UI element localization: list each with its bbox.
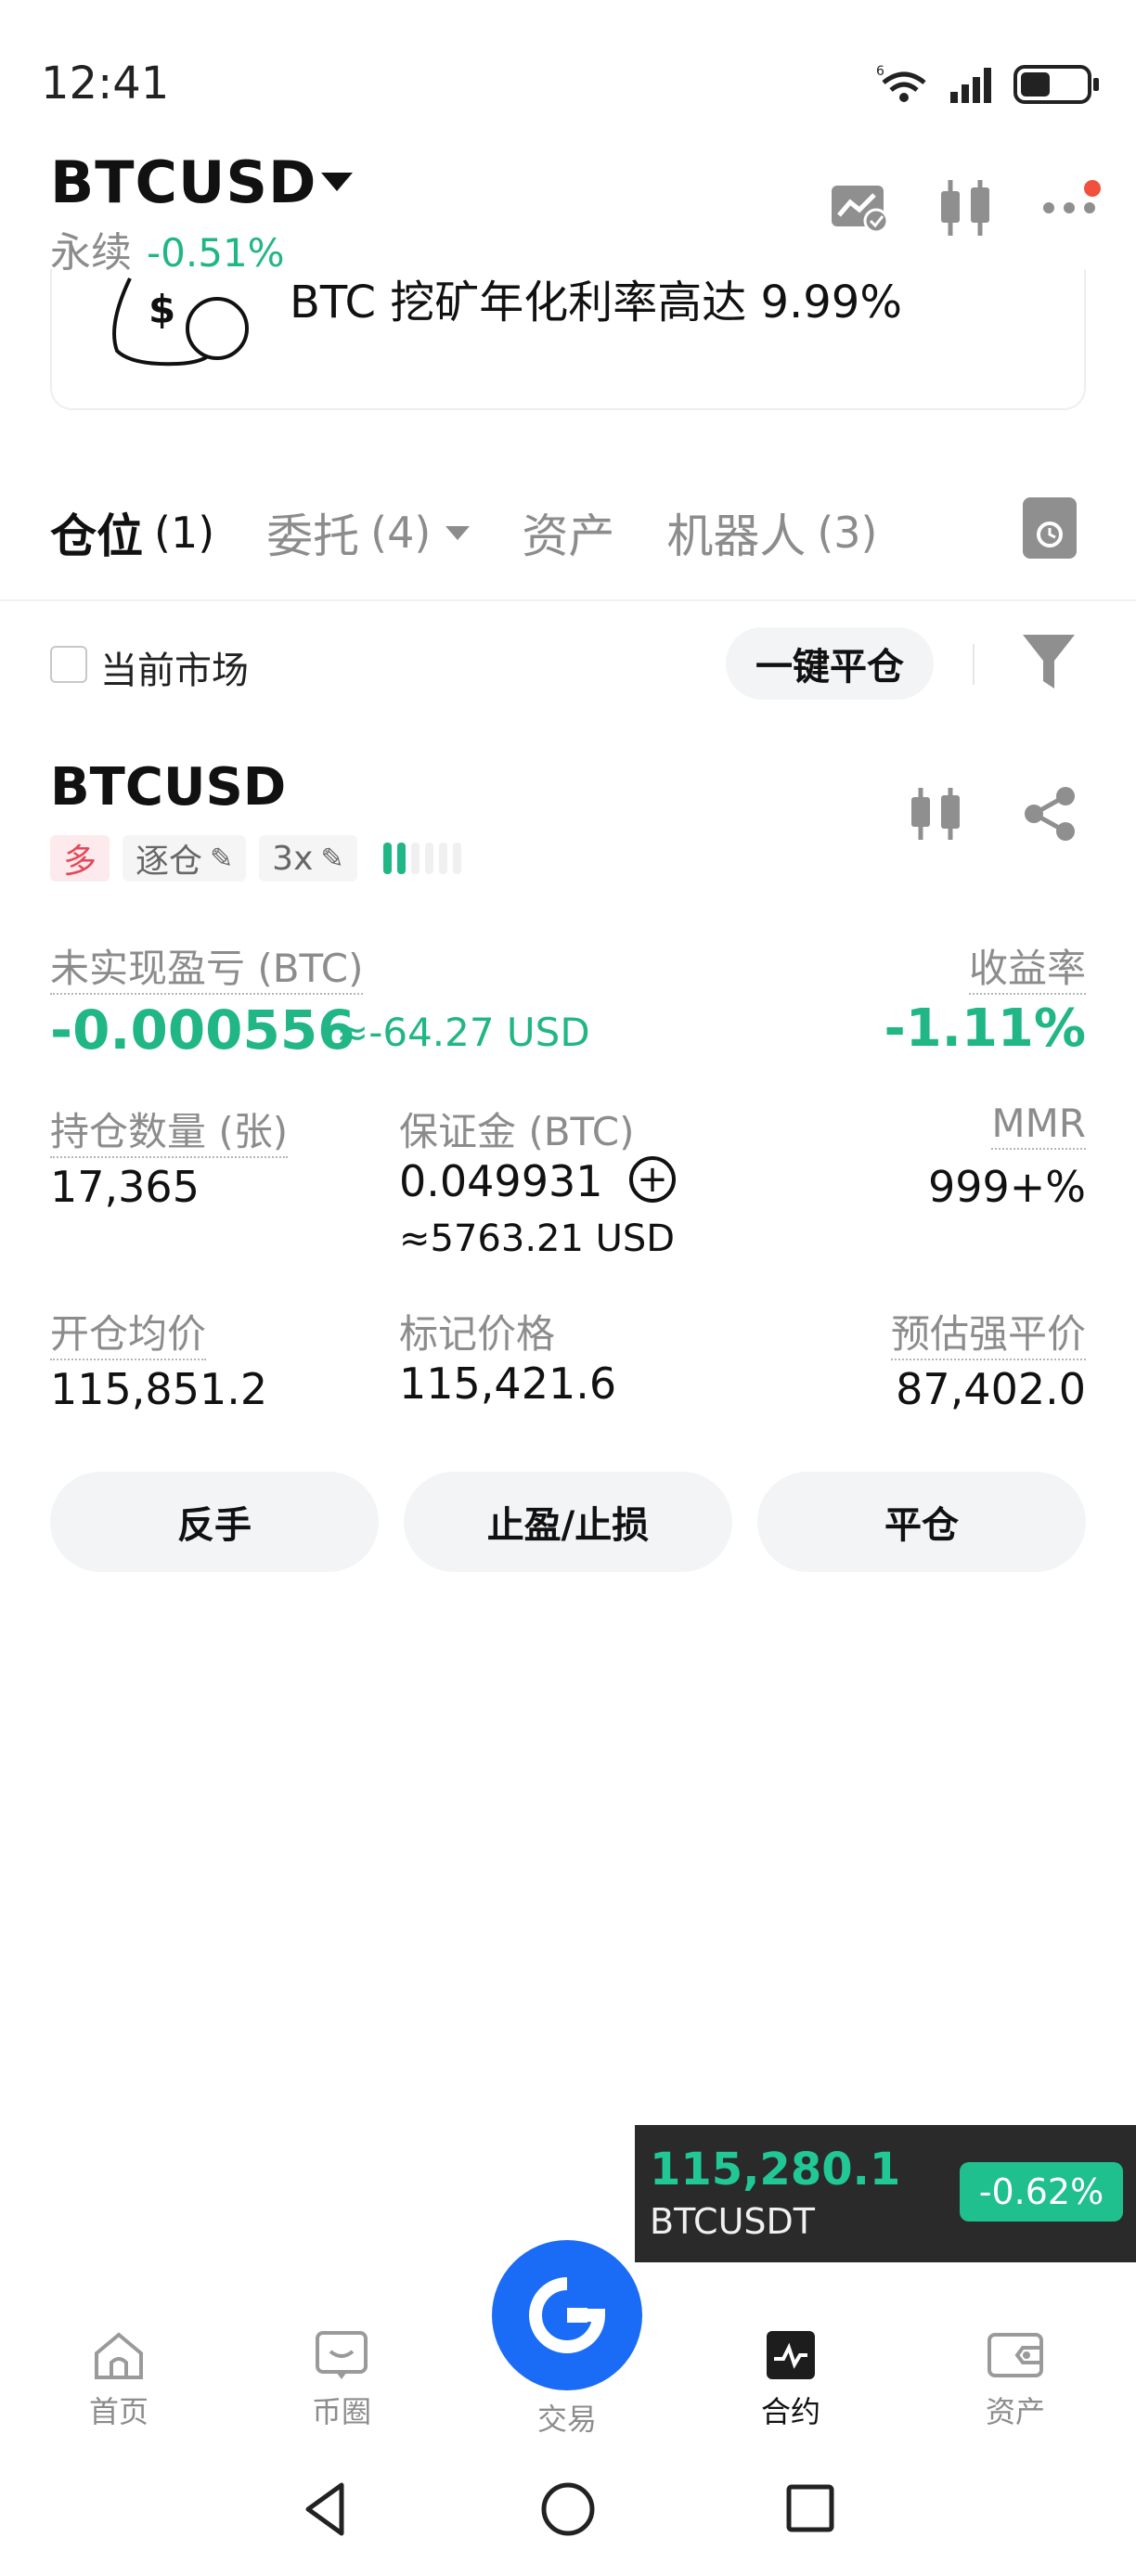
candlestick-icon[interactable] [937, 178, 995, 238]
mmr-value: 999+% [927, 1162, 1086, 1212]
tpsl-button[interactable]: 止盈/止损 [404, 1472, 732, 1572]
nav-futures[interactable]: 合约 [716, 2329, 865, 2431]
ticker-symbol: BTCUSDT [650, 2201, 815, 2242]
pnl-usd-value: ≈-64.27 USD [336, 1010, 590, 1055]
tab-label: 委托 [266, 509, 360, 563]
leverage-tag[interactable]: 3x ✎ [259, 835, 357, 882]
notification-dot-icon [1084, 180, 1101, 197]
mark-price-value: 115,421.6 [399, 1359, 617, 1409]
tab-count: (3) [817, 508, 878, 558]
size-label: 持仓数量 (张) [50, 1101, 289, 1158]
size-value: 17,365 [50, 1162, 200, 1212]
pair-dropdown-caret-icon[interactable] [321, 173, 353, 191]
nav-label: 资产 [985, 2394, 1045, 2429]
signal-icon [950, 68, 991, 103]
wallet-icon [988, 2333, 1043, 2377]
history-document-icon[interactable] [1023, 497, 1077, 559]
pair-title[interactable]: BTCUSD [50, 148, 317, 216]
svg-text:$: $ [148, 287, 175, 332]
share-icon[interactable] [1021, 785, 1078, 843]
orders-dropdown-icon [445, 525, 471, 540]
entry-price-value: 115,851.2 [50, 1364, 268, 1414]
status-time: 12:41 [41, 58, 170, 109]
tab-count: (1) [154, 508, 215, 558]
futures-icon [767, 2331, 815, 2379]
wifi-icon: 6 [876, 64, 926, 102]
tab-label: 机器人 [666, 509, 807, 563]
edit-pencil-icon: ✎ [320, 842, 344, 875]
close-all-button[interactable]: 一键平仓 [726, 627, 934, 700]
tabs-divider [0, 599, 1136, 601]
ticker-change: -0.62% [960, 2162, 1123, 2222]
close-position-button[interactable]: 平仓 [757, 1472, 1086, 1572]
liq-price-label: 预估强平价 [890, 1303, 1086, 1360]
reverse-button[interactable]: 反手 [50, 1472, 379, 1572]
position-symbol[interactable]: BTCUSD [50, 757, 286, 818]
risk-bar [382, 843, 392, 874]
roe-label: 收益率 [968, 937, 1086, 995]
pnl-value: -0.000556 [50, 998, 355, 1062]
banner-text: BTC 挖矿年化利率高达 9.99% [290, 277, 902, 328]
entry-price-label: 开仓均价 [50, 1303, 207, 1360]
margin-usd-value: ≈5763.21 USD [399, 1217, 676, 1260]
margin-label: 保证金 (BTC) [399, 1109, 635, 1154]
liq-price-value: 87,402.0 [896, 1364, 1086, 1414]
tab-orders[interactable]: 委托 (4) [266, 499, 471, 566]
current-market-label[interactable]: 当前市场 [100, 640, 249, 694]
back-icon[interactable] [299, 2479, 355, 2539]
money-bag-icon: $ [112, 277, 249, 367]
chart-overview-icon[interactable] [830, 182, 889, 234]
position-tags: 多 逐仓 ✎ 3x ✎ [50, 835, 461, 882]
header-actions [830, 178, 1101, 238]
community-icon [316, 2331, 368, 2379]
tab-label: 仓位 [50, 509, 143, 563]
current-market-checkbox[interactable] [50, 646, 87, 683]
margin-mode-tag[interactable]: 逐仓 ✎ [123, 835, 247, 882]
network-label: 6 [876, 64, 884, 79]
tab-assets[interactable]: 资产 [522, 499, 614, 566]
filter-separator [973, 644, 975, 685]
nav-label: 合约 [760, 2394, 820, 2429]
mmr-label: MMR [991, 1101, 1086, 1150]
risk-bar [438, 843, 447, 874]
tab-bots[interactable]: 机器人 (3) [666, 499, 877, 566]
pnl-label: 未实现盈亏 (BTC) [50, 937, 364, 995]
margin-mode-label: 逐仓 [136, 843, 203, 881]
nav-trade-label: 交易 [536, 2402, 597, 2437]
mark-price-label: 标记价格 [399, 1311, 556, 1357]
position-actions [908, 785, 1078, 843]
tab-count: (4) [370, 508, 432, 558]
nav-wallet[interactable]: 资产 [941, 2329, 1090, 2431]
risk-bar [410, 843, 420, 874]
tab-positions[interactable]: 仓位 (1) [50, 499, 214, 566]
home-circle-icon[interactable] [538, 2479, 598, 2539]
risk-bar [452, 843, 461, 874]
filter-icon[interactable] [1021, 631, 1077, 692]
battery-icon [1013, 65, 1099, 104]
nav-community[interactable]: 币圈 [267, 2329, 416, 2431]
risk-level-bars [382, 843, 461, 874]
position-tabs: 仓位 (1) 委托 (4) 资产 机器人 (3) [50, 499, 930, 566]
ticker-price: 115,280.1 [650, 2144, 901, 2196]
trade-icon [529, 2277, 606, 2353]
recents-icon[interactable] [781, 2479, 837, 2539]
add-margin-icon[interactable]: + [629, 1156, 676, 1203]
nav-label: 币圈 [311, 2394, 371, 2429]
battery-level [1021, 72, 1050, 97]
risk-bar [396, 843, 406, 874]
nav-home[interactable]: 首页 [45, 2329, 193, 2431]
position-chart-icon[interactable] [908, 786, 965, 842]
nav-label: 首页 [88, 2394, 148, 2429]
status-icons: 6 [876, 59, 1099, 109]
side-badge: 多 [50, 835, 110, 882]
leverage-label: 3x [272, 839, 314, 878]
risk-bar [424, 843, 433, 874]
edit-pencil-icon: ✎ [210, 842, 234, 875]
nav-trade-button[interactable] [492, 2240, 642, 2390]
roe-value: -1.11% [884, 998, 1086, 1059]
more-menu-icon[interactable] [1043, 180, 1101, 226]
home-icon [95, 2332, 143, 2379]
tab-label: 资产 [522, 509, 615, 563]
margin-value: 0.049931 [399, 1156, 603, 1206]
